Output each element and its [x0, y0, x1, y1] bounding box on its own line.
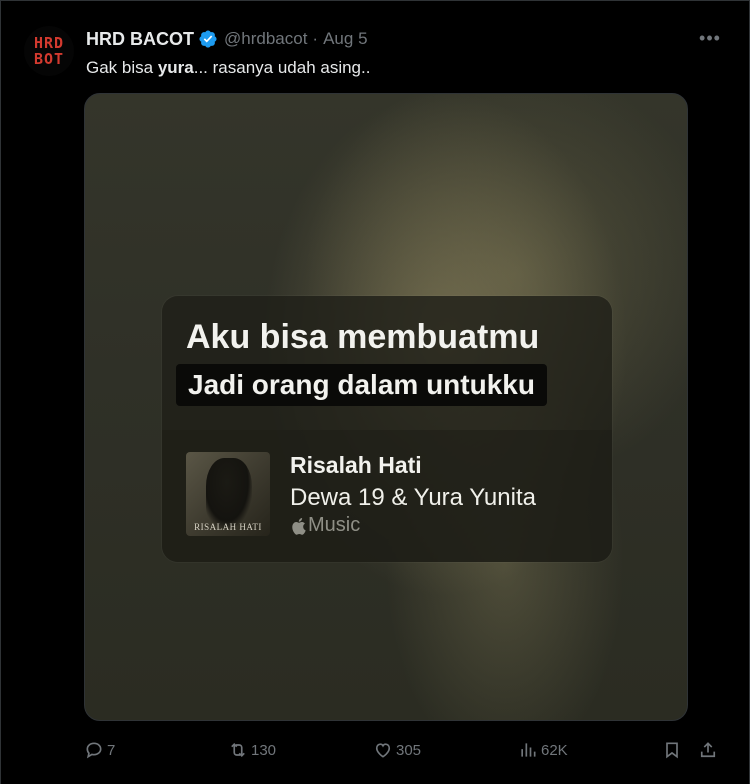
lyrics-card: Aku bisa membuatmu Jadi orang dalam untu… — [162, 296, 612, 562]
music-service: Music — [290, 514, 360, 537]
reply-button[interactable]: 7 — [84, 736, 115, 764]
cover-title: RISALAH HATI — [194, 522, 262, 532]
like-count: 305 — [396, 741, 422, 759]
repost-button[interactable]: 130 — [228, 736, 276, 764]
more-options-icon[interactable]: ••• — [698, 28, 722, 48]
music-service-label: Music — [308, 514, 361, 536]
reply-count: 7 — [107, 741, 116, 759]
cover-silhouette — [206, 458, 252, 528]
views-count: 62K — [541, 741, 568, 759]
song-title: Risalah Hati — [290, 452, 422, 478]
heart-icon — [375, 743, 391, 758]
display-name[interactable]: HRD BACOT — [86, 29, 194, 50]
action-bar: 7 130 305 62K — [0, 736, 750, 764]
song-info: RISALAH HATI Risalah Hati Dewa 19 & Yura… — [162, 430, 612, 562]
album-cover: RISALAH HATI — [186, 452, 270, 536]
lyric-line-2: Jadi orang dalam untukku — [176, 364, 547, 406]
repost-count: 130 — [251, 741, 277, 759]
like-button[interactable]: 305 — [373, 736, 421, 764]
tweet-text-bold: yura — [157, 58, 194, 77]
bookmark-button[interactable] — [662, 736, 685, 764]
avatar-text-line-1: HRD — [33, 34, 65, 52]
avatar[interactable]: HRD BOT — [24, 26, 74, 76]
share-button[interactable] — [698, 736, 721, 764]
separator-dot: · — [312, 29, 319, 48]
views-icon — [521, 743, 536, 757]
media-image[interactable]: Aku bisa membuatmu Jadi orang dalam untu… — [84, 93, 688, 721]
avatar-text-line-2: BOT — [33, 50, 65, 68]
tweet-date[interactable]: Aug 5 — [323, 29, 367, 49]
tweet-text: Gak bisa yura... rasanya udah asing.. — [86, 58, 370, 78]
views-button[interactable]: 62K — [518, 736, 568, 764]
verified-badge-icon[interactable] — [198, 29, 218, 49]
lyric-line-1: Aku bisa membuatmu — [186, 318, 540, 356]
tweet[interactable]: HRD BOT HRD BACOT @hrdbacot · Aug 5 ••• … — [0, 0, 750, 784]
tweet-text-before: Gak bisa — [86, 58, 158, 77]
bookmark-icon — [666, 742, 678, 759]
handle[interactable]: @hrdbacot — [224, 29, 307, 49]
reply-icon — [86, 742, 102, 759]
tweet-header: HRD BACOT @hrdbacot · Aug 5 — [86, 28, 368, 50]
song-artist: Dewa 19 & Yura Yunita — [290, 484, 536, 511]
repost-icon — [231, 742, 245, 758]
apple-logo-icon — [292, 517, 306, 535]
share-icon — [700, 742, 716, 758]
tweet-text-after: ... rasanya udah asing.. — [193, 58, 371, 77]
